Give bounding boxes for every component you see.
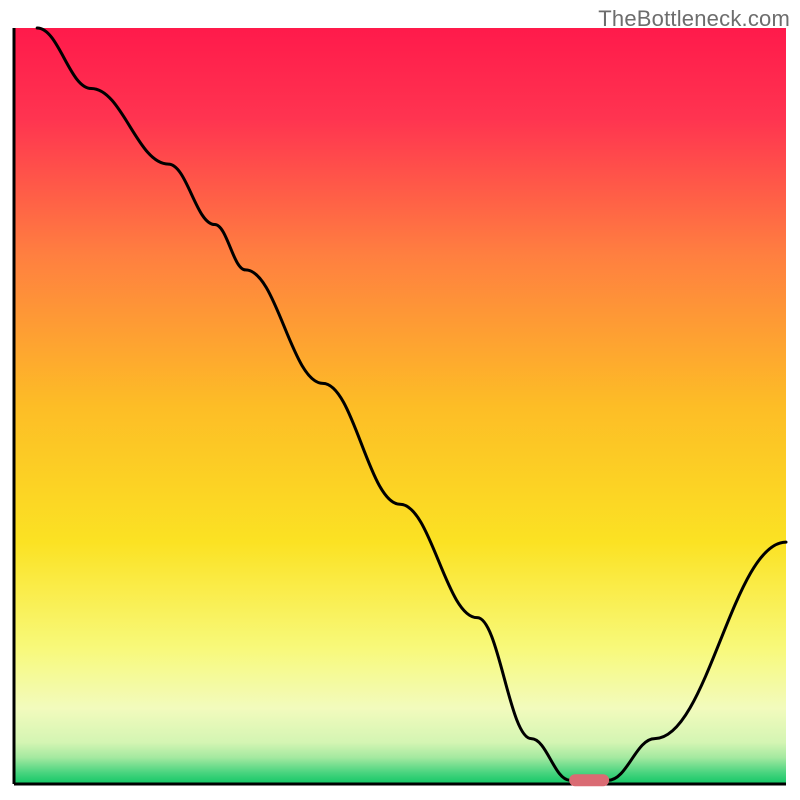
optimal-point-marker xyxy=(569,774,609,786)
watermark-text: TheBottleneck.com xyxy=(598,6,790,32)
plot-background xyxy=(14,28,786,784)
bottleneck-chart xyxy=(0,0,800,800)
chart-container: TheBottleneck.com xyxy=(0,0,800,800)
